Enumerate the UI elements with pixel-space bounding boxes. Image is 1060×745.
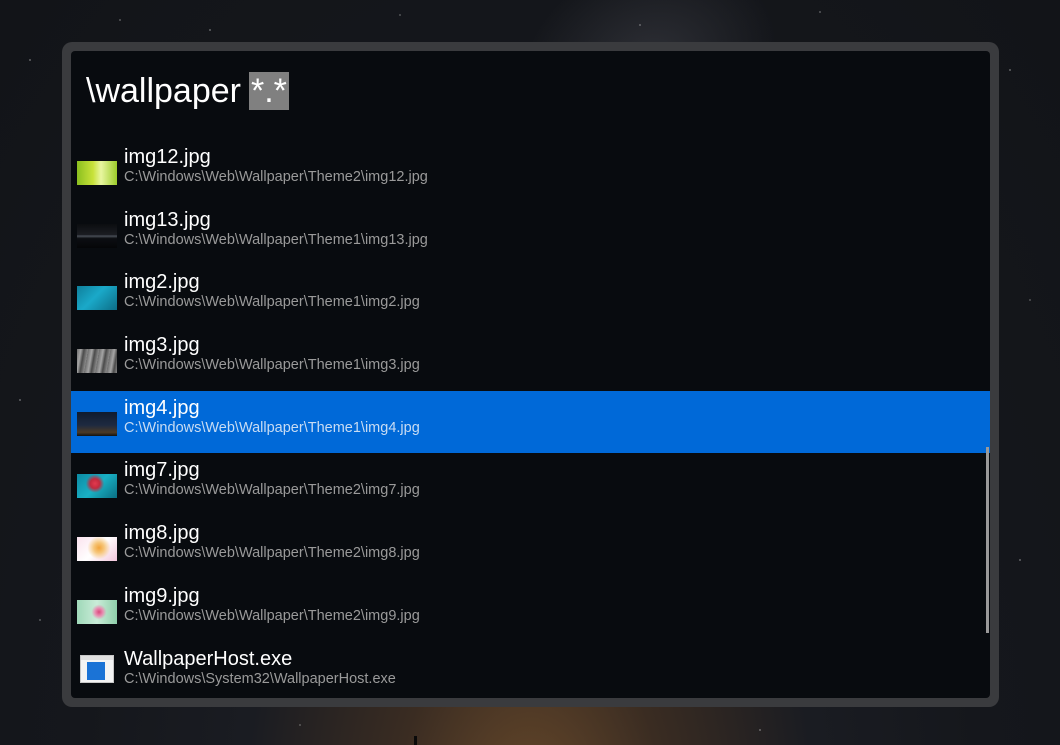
result-path: C:\Windows\Web\Wallpaper\Theme2\img12.jp… — [124, 169, 428, 185]
result-item[interactable]: img3.jpg C:\Windows\Web\Wallpaper\Theme1… — [71, 328, 990, 391]
exe-app-icon — [80, 654, 114, 683]
result-name: img3.jpg — [124, 334, 200, 357]
result-path: C:\Windows\Web\Wallpaper\Theme2\img7.jpg — [124, 482, 420, 499]
result-path: C:\Windows\System32\WallpaperHost.exe — [124, 670, 396, 687]
result-item[interactable]: img9.jpg C:\Windows\Web\Wallpaper\Theme2… — [71, 579, 990, 642]
image-thumbnail-icon — [77, 474, 117, 499]
result-path: C:\Windows\Web\Wallpaper\Theme1\img2.jpg — [124, 294, 420, 311]
result-item-selected[interactable]: img4.jpg C:\Windows\Web\Wallpaper\Theme1… — [71, 390, 990, 454]
result-name: img8.jpg — [124, 522, 200, 545]
launcher-panel: \wallpaper *.* img12.jpg C:\Windows\Web\W… — [71, 51, 990, 698]
result-name: img13.jpg — [124, 208, 211, 231]
result-name: WallpaperHost.exe — [124, 647, 293, 670]
result-name: img7.jpg — [124, 459, 200, 482]
image-thumbnail-icon — [77, 161, 117, 185]
scrollbar-thumb[interactable] — [986, 447, 989, 633]
search-input[interactable]: \wallpaper *.* — [86, 71, 289, 111]
desktop-wallpaper-silhouette — [414, 736, 417, 745]
launcher-window: \wallpaper *.* img12.jpg C:\Windows\Web\W… — [62, 42, 999, 707]
search-query-text: \wallpaper — [86, 72, 241, 110]
result-path: C:\Windows\Web\Wallpaper\Theme2\img8.jpg — [124, 545, 420, 562]
result-name: img2.jpg — [124, 271, 200, 294]
image-thumbnail-icon — [77, 537, 117, 562]
result-item[interactable]: img2.jpg C:\Windows\Web\Wallpaper\Theme1… — [71, 265, 990, 328]
result-item[interactable]: img13.jpg C:\Windows\Web\Wallpaper\Theme… — [71, 203, 990, 266]
result-path: C:\Windows\Web\Wallpaper\Theme1\img3.jpg — [124, 357, 420, 374]
results-scrollbar[interactable] — [986, 140, 990, 633]
search-bar[interactable]: \wallpaper *.* — [71, 51, 990, 131]
image-thumbnail-icon — [77, 599, 117, 624]
result-item[interactable]: img12.jpg C:\Windows\Web\Wallpaper\Theme… — [71, 140, 990, 203]
result-path: C:\Windows\Web\Wallpaper\Theme1\img4.jpg — [124, 419, 420, 436]
result-name: img9.jpg — [124, 584, 200, 607]
result-item[interactable]: img8.jpg C:\Windows\Web\Wallpaper\Theme2… — [71, 516, 990, 579]
result-name: img4.jpg — [124, 396, 200, 419]
search-selected-text: *.* — [248, 72, 289, 110]
image-thumbnail-icon — [77, 286, 117, 311]
image-thumbnail-icon — [77, 223, 117, 248]
result-name: img12.jpg — [124, 146, 211, 168]
results-list: img12.jpg C:\Windows\Web\Wallpaper\Theme… — [71, 140, 990, 698]
image-thumbnail-icon — [77, 411, 117, 436]
image-thumbnail-icon — [77, 349, 117, 374]
result-item[interactable]: img7.jpg C:\Windows\Web\Wallpaper\Theme2… — [71, 453, 990, 516]
result-path: C:\Windows\Web\Wallpaper\Theme1\img13.jp… — [124, 231, 428, 248]
result-item[interactable]: WallpaperHost.exe C:\Windows\System32\Wa… — [71, 642, 990, 699]
result-path: C:\Windows\Web\Wallpaper\Theme2\img9.jpg — [124, 607, 420, 624]
